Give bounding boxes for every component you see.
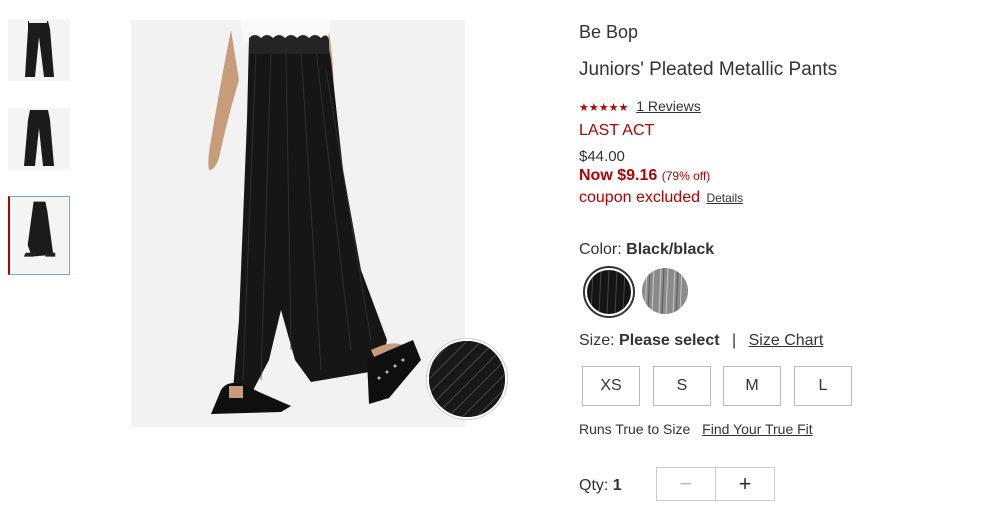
thumbnail-1[interactable] bbox=[8, 19, 70, 81]
fit-row: Runs True to Size Find Your True Fit bbox=[579, 421, 813, 437]
discount-percent: (79% off) bbox=[661, 169, 711, 183]
size-separator: | bbox=[732, 332, 737, 349]
fabric-texture-image bbox=[429, 341, 505, 417]
silver-swatch-icon bbox=[642, 268, 688, 314]
size-option-m[interactable]: M bbox=[723, 366, 781, 406]
selected-color: Black/black bbox=[626, 241, 715, 258]
star-rating-icon: ★★★★★ bbox=[579, 102, 629, 114]
reviews-link[interactable]: 1 Reviews bbox=[636, 98, 701, 114]
thumbnail-3-selected[interactable] bbox=[8, 196, 70, 275]
product-thumbnail-image bbox=[8, 19, 70, 81]
last-act-badge: LAST ACT bbox=[579, 122, 655, 139]
true-fit-link[interactable]: Find Your True Fit bbox=[702, 421, 813, 437]
size-label-row: Size: Please select | Size Chart bbox=[579, 332, 823, 350]
size-option-l[interactable]: L bbox=[794, 366, 852, 406]
thumbnail-2[interactable] bbox=[8, 108, 70, 170]
color-label-row: Color: Black/black bbox=[579, 241, 714, 259]
increase-quantity-button[interactable]: + bbox=[716, 468, 774, 500]
coupon-text: coupon excluded bbox=[579, 189, 700, 206]
size-option-s[interactable]: S bbox=[653, 366, 711, 406]
original-price: $44.00 bbox=[579, 148, 625, 165]
pants-photo bbox=[131, 20, 465, 427]
qty-value: 1 bbox=[612, 477, 622, 494]
product-title: Juniors' Pleated Metallic Pants bbox=[579, 59, 838, 80]
coupon-details-link[interactable]: Details bbox=[706, 191, 743, 205]
brand-name[interactable]: Be Bop bbox=[579, 22, 638, 43]
size-option-xs[interactable]: XS bbox=[582, 366, 640, 406]
size-selected: Please select bbox=[619, 332, 720, 349]
quantity-stepper: − + bbox=[656, 467, 775, 501]
rating-row: ★★★★★ 1 Reviews bbox=[579, 98, 701, 114]
size-chart-link[interactable]: Size Chart bbox=[749, 332, 824, 349]
fabric-zoom-swatch bbox=[427, 339, 507, 419]
color-swatch-silver[interactable] bbox=[642, 268, 688, 314]
fit-text: Runs True to Size bbox=[579, 421, 691, 437]
color-label: Color: bbox=[579, 241, 622, 258]
quantity-label-row: Qty: 1 bbox=[579, 477, 622, 495]
sale-price: Now $9.16 (79% off) bbox=[579, 167, 710, 185]
product-thumbnail-image bbox=[8, 108, 70, 170]
main-product-image[interactable] bbox=[131, 20, 465, 427]
black-swatch-icon bbox=[587, 270, 631, 314]
now-price: Now $9.16 bbox=[579, 167, 658, 184]
color-swatch-black[interactable] bbox=[583, 266, 635, 318]
coupon-notice: coupon excluded Details bbox=[579, 189, 743, 207]
product-thumbnail-image bbox=[10, 197, 69, 274]
decrease-quantity-button[interactable]: − bbox=[657, 468, 716, 500]
qty-label: Qty: bbox=[579, 477, 609, 494]
size-label: Size: bbox=[579, 332, 615, 349]
